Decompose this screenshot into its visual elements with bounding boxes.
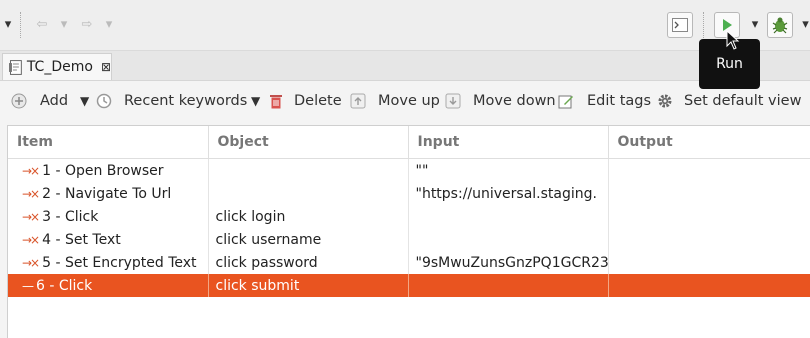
- table-row[interactable]: →× 5 - Set Encrypted Text click password …: [8, 251, 810, 274]
- debug-options-chevron-icon[interactable]: ▾: [801, 16, 810, 32]
- table-row[interactable]: →× 4 - Set Text click username: [8, 228, 810, 251]
- column-header-item[interactable]: Item: [8, 126, 209, 159]
- add-options-chevron-icon[interactable]: ▼: [80, 81, 89, 121]
- main-toolbar: ▾ ⇦ ▾ ⇨ ▾ ▾ ▾: [0, 0, 810, 51]
- back-history-chevron-icon[interactable]: ▾: [58, 16, 70, 32]
- item-cell[interactable]: →× 2 - Navigate To Url: [8, 182, 209, 205]
- add-icon: [11, 93, 27, 109]
- delete-label: Delete: [294, 93, 342, 109]
- toolbar-separator: [703, 12, 706, 38]
- mouse-cursor-icon: [726, 30, 740, 50]
- item-label: 3 - Click: [42, 208, 99, 225]
- close-tab-icon[interactable]: ⊠: [101, 60, 111, 74]
- move-up-button[interactable]: Move up: [350, 81, 440, 121]
- recent-keywords-chevron-icon[interactable]: ▼: [251, 81, 260, 121]
- terminal-icon: [672, 18, 688, 32]
- gear-icon: [657, 93, 673, 109]
- item-label: 6 - Click: [36, 277, 93, 294]
- recent-keywords-label: Recent keywords: [124, 93, 248, 109]
- object-cell[interactable]: [208, 158, 409, 182]
- forward-arrow-icon[interactable]: ⇨: [78, 15, 96, 33]
- output-cell[interactable]: [608, 251, 810, 274]
- test-case-icon: [9, 59, 22, 75]
- input-cell[interactable]: "9sMwuZunsGnzPQ1GCR233Q: [408, 251, 609, 274]
- object-cell[interactable]: [208, 182, 409, 205]
- move-down-label: Move down: [473, 93, 556, 109]
- input-cell[interactable]: [408, 228, 609, 251]
- test-steps-grid: Item Object Input Output →× 1 - Open Brow…: [7, 125, 810, 338]
- item-cell[interactable]: →× 1 - Open Browser: [8, 158, 209, 182]
- table-header-row: Item Object Input Output: [8, 126, 810, 159]
- history-icon: [96, 93, 112, 109]
- item-cell[interactable]: →× 3 - Click: [8, 205, 209, 228]
- forward-history-chevron-icon[interactable]: ▾: [103, 16, 115, 32]
- set-default-view-label: Set default view: [684, 93, 802, 109]
- keyword-step-icon: →×: [22, 209, 40, 224]
- test-steps-table: Item Object Input Output →× 1 - Open Brow…: [8, 126, 810, 297]
- keyword-step-icon: —: [22, 278, 34, 293]
- item-cell[interactable]: —6 - Click: [8, 274, 209, 297]
- table-row[interactable]: →× 2 - Navigate To Url "https://universal…: [8, 182, 810, 205]
- terminal-button[interactable]: [667, 12, 693, 38]
- editor-tab-bar: TC_Demo ⊠: [0, 51, 810, 81]
- table-row[interactable]: →× 3 - Click click login: [8, 205, 810, 228]
- column-header-output[interactable]: Output: [608, 126, 810, 159]
- keyword-step-icon: →×: [22, 163, 40, 178]
- edit-tags-button[interactable]: Edit tags: [558, 81, 651, 121]
- run-options-chevron-icon[interactable]: ▾: [749, 16, 761, 32]
- item-label: 4 - Set Text: [42, 231, 121, 248]
- keyword-step-icon: →×: [22, 255, 40, 270]
- output-cell[interactable]: [608, 158, 810, 182]
- item-cell[interactable]: →× 5 - Set Encrypted Text: [8, 251, 209, 274]
- bug-icon: [772, 17, 788, 34]
- object-cell[interactable]: click password: [208, 251, 409, 274]
- delete-button[interactable]: Delete: [268, 81, 342, 121]
- item-label: 1 - Open Browser: [42, 162, 164, 179]
- item-label: 5 - Set Encrypted Text: [42, 254, 197, 271]
- toolbar-menu-chevron-icon[interactable]: ▾: [2, 17, 14, 32]
- move-down-icon: [445, 93, 461, 109]
- recent-keywords-button[interactable]: Recent keywords: [96, 81, 247, 121]
- input-cell[interactable]: "https://universal.staging.: [408, 182, 609, 205]
- output-cell[interactable]: [608, 205, 810, 228]
- output-cell[interactable]: [608, 228, 810, 251]
- edit-tags-icon: [558, 93, 574, 109]
- add-label: Add: [40, 93, 69, 109]
- output-cell[interactable]: [608, 182, 810, 205]
- keyword-step-icon: →×: [22, 232, 40, 247]
- add-button[interactable]: Add: [11, 81, 68, 121]
- table-row-selected[interactable]: —6 - Click click submit: [8, 274, 810, 297]
- move-up-label: Move up: [378, 93, 440, 109]
- object-cell[interactable]: click login: [208, 205, 409, 228]
- item-label: 2 - Navigate To Url: [42, 185, 172, 202]
- output-cell[interactable]: [608, 274, 810, 297]
- keyword-step-icon: →×: [22, 186, 40, 201]
- input-cell[interactable]: "": [408, 158, 609, 182]
- debug-button[interactable]: [767, 12, 793, 38]
- tab-label: TC_Demo: [26, 59, 93, 75]
- object-cell[interactable]: click submit: [208, 274, 409, 297]
- toolbar-separator: [20, 12, 23, 38]
- item-cell[interactable]: →× 4 - Set Text: [8, 228, 209, 251]
- column-header-input[interactable]: Input: [408, 126, 609, 159]
- edit-tags-label: Edit tags: [587, 93, 652, 109]
- input-cell[interactable]: [408, 205, 609, 228]
- tab-tc-demo[interactable]: TC_Demo ⊠: [2, 53, 112, 80]
- trash-icon: [268, 93, 284, 109]
- input-cell[interactable]: [408, 274, 609, 297]
- back-arrow-icon[interactable]: ⇦: [33, 15, 51, 33]
- table-row[interactable]: →× 1 - Open Browser "": [8, 158, 810, 182]
- keyword-action-bar: Add ▼ Recent keywords ▼ Delete Move up M…: [0, 81, 810, 121]
- move-down-button[interactable]: Move down: [445, 81, 556, 121]
- object-cell[interactable]: click username: [208, 228, 409, 251]
- column-header-object[interactable]: Object: [208, 126, 409, 159]
- move-up-icon: [350, 93, 366, 109]
